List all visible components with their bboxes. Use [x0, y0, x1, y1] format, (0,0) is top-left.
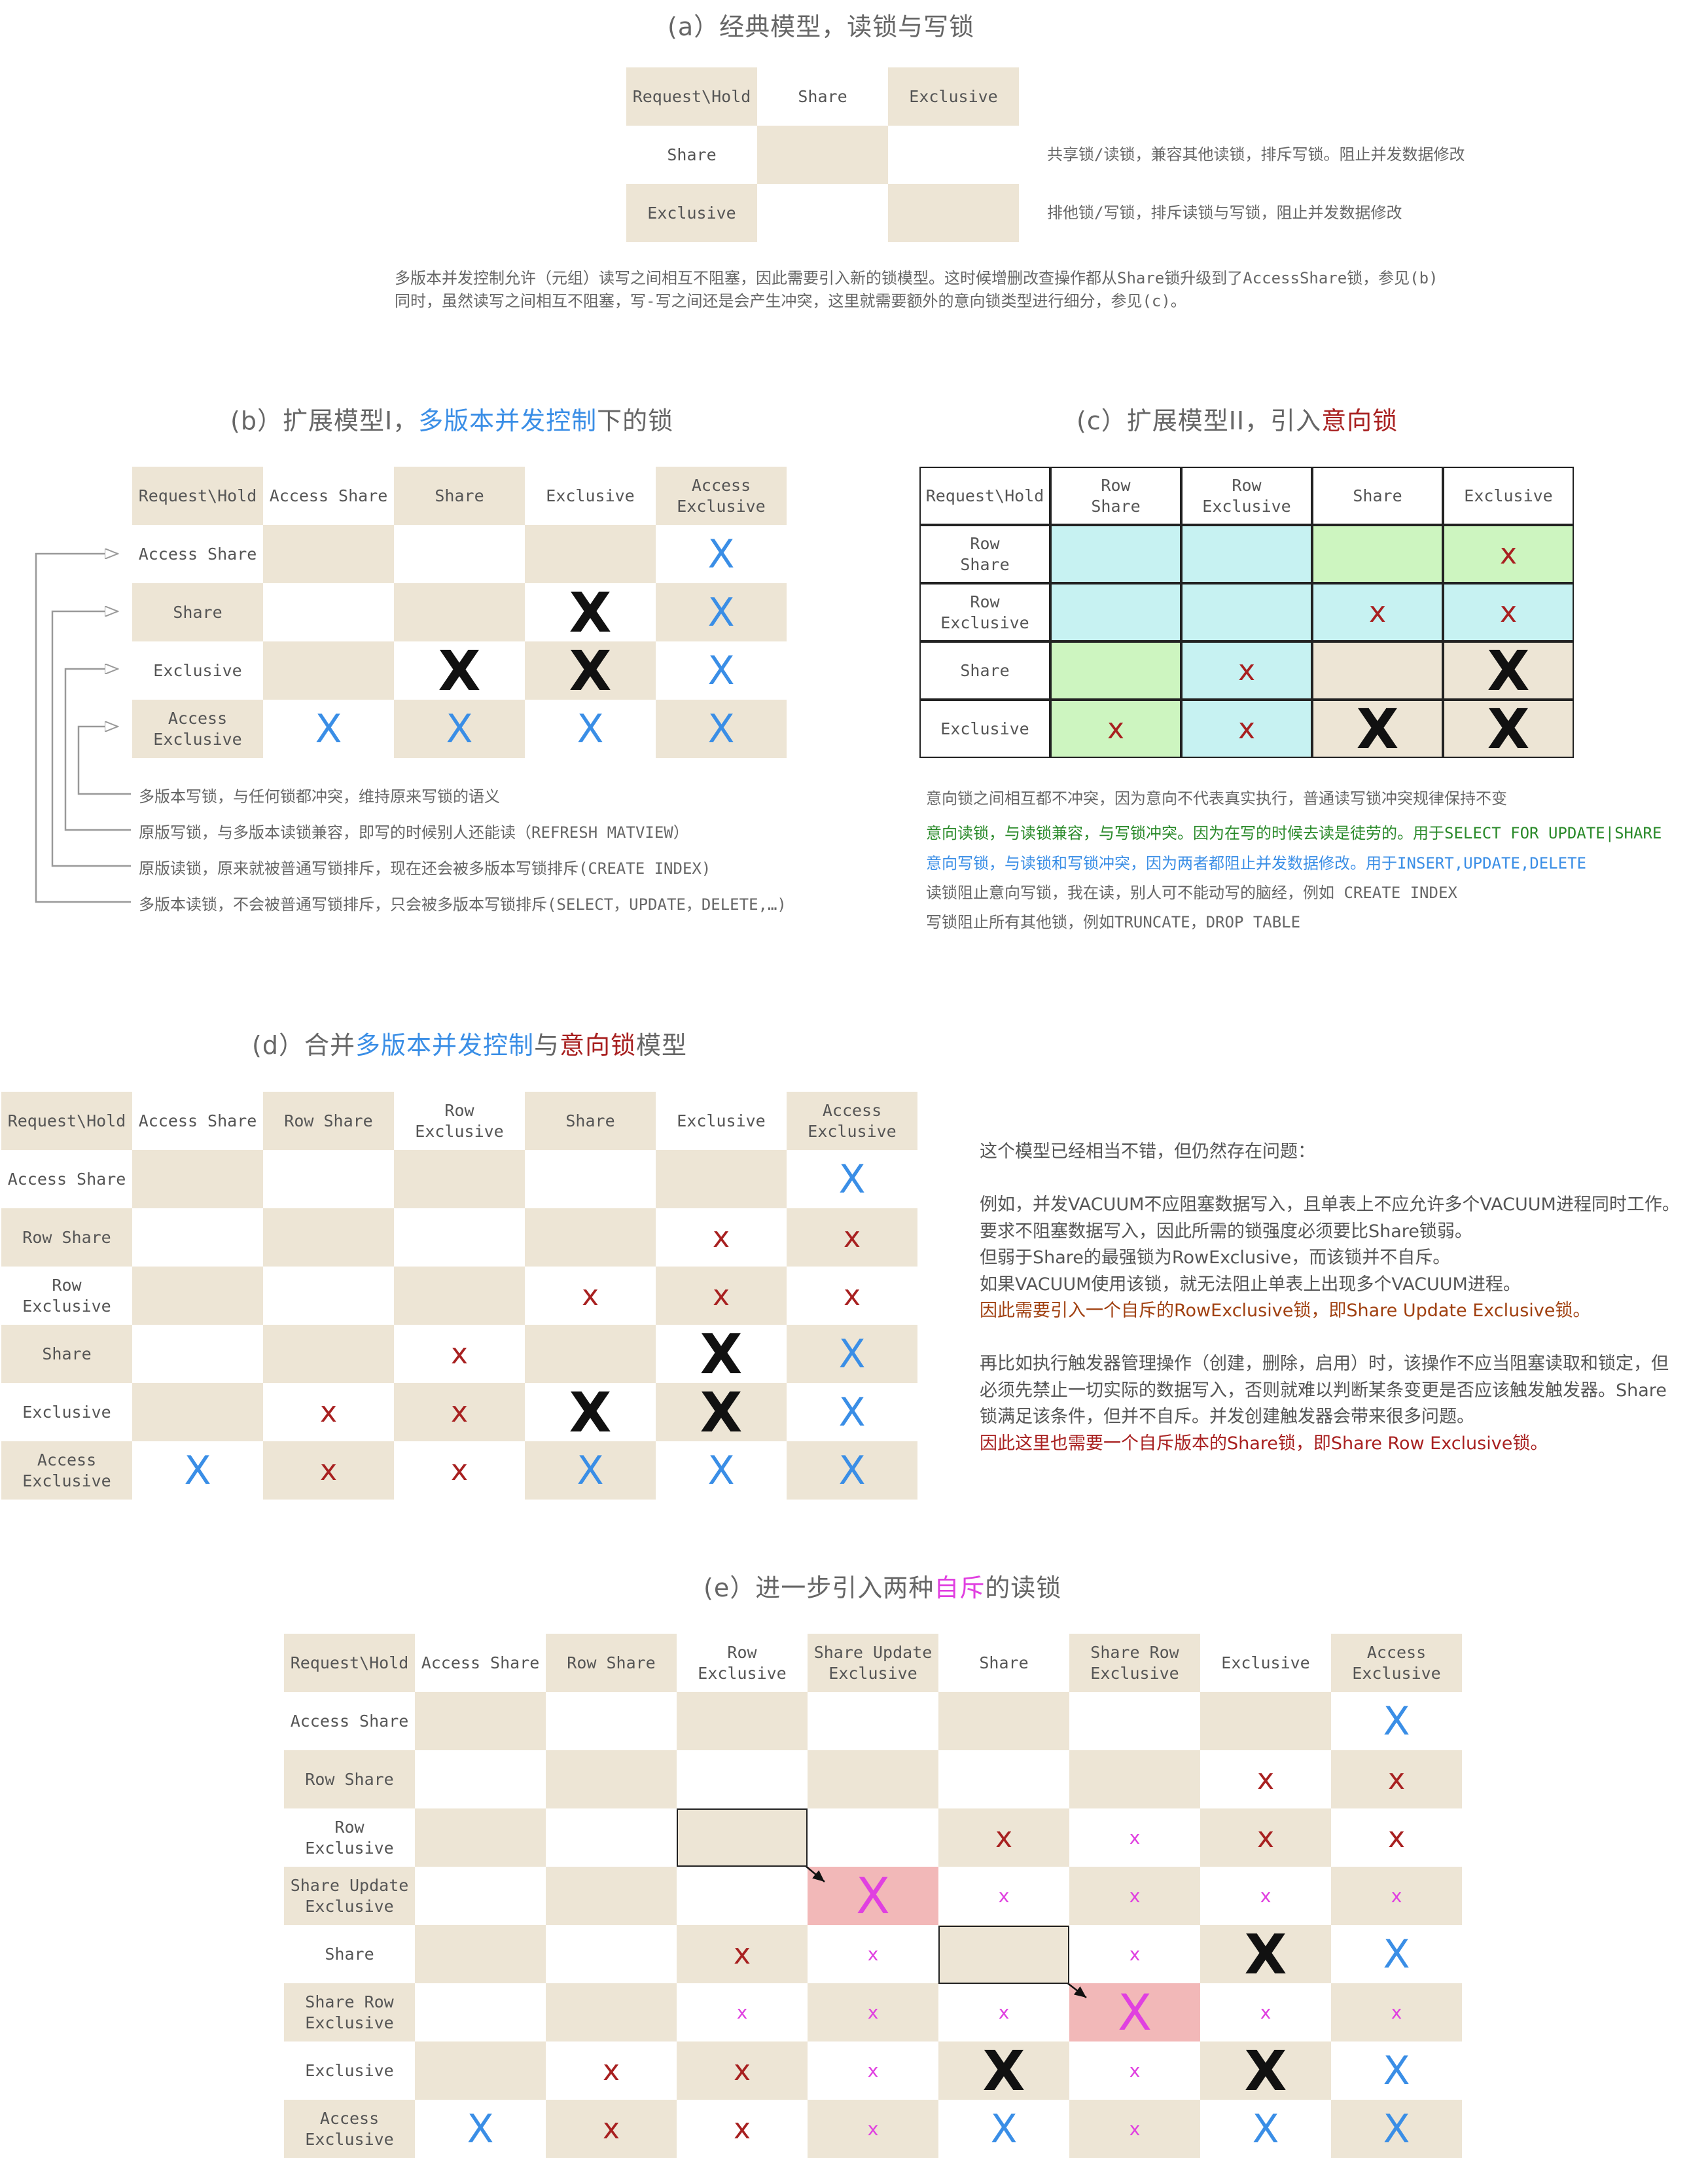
diagram-overlay: [35, 0, 1087, 1998]
bracket-arrow-exclusive: [64, 669, 131, 831]
bracket-arrow-share: [51, 611, 131, 867]
bracket-arrow-access-exclusive: [77, 727, 131, 795]
bracket-arrow-access-share: [35, 554, 131, 903]
highlight-box-row-exclusive: [677, 1808, 808, 1867]
highlight-box-share: [938, 1926, 1069, 1984]
